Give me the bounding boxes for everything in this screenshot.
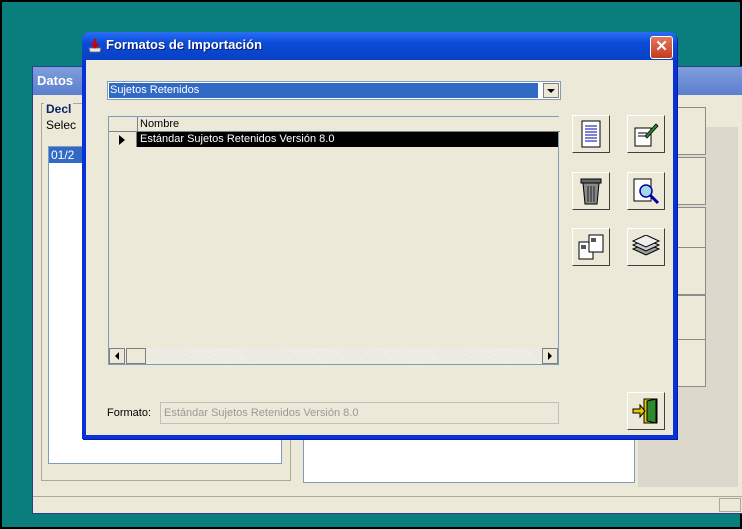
format-type-select[interactable]: Sujetos Retenidos bbox=[107, 81, 561, 100]
horizontal-scrollbar[interactable] bbox=[109, 348, 558, 364]
delete-format-button[interactable] bbox=[572, 172, 610, 210]
trash-icon bbox=[580, 178, 602, 205]
format-type-select-value[interactable]: Sujetos Retenidos bbox=[109, 83, 538, 98]
table-cell-nombre[interactable]: Estándar Sujetos Retenidos Versión 8.0 bbox=[138, 132, 334, 147]
edit-format-button[interactable] bbox=[627, 115, 665, 153]
close-icon: ✕ bbox=[655, 38, 668, 55]
grid-header-indicator bbox=[109, 117, 138, 132]
new-format-button[interactable] bbox=[572, 115, 610, 153]
scroll-left-button[interactable] bbox=[109, 348, 125, 364]
formato-label: Formato: bbox=[107, 407, 152, 419]
close-button[interactable]: ✕ bbox=[650, 36, 673, 59]
desktop: Datos Decl Selec 01/2 Formatos de Import… bbox=[2, 2, 742, 527]
exit-icon bbox=[632, 398, 658, 424]
background-text-area[interactable] bbox=[303, 437, 635, 483]
dialog-title: Formatos de Importación bbox=[106, 37, 263, 52]
document-icon bbox=[581, 120, 601, 148]
copy-icon bbox=[578, 234, 604, 260]
background-group-title: Decl bbox=[44, 102, 74, 116]
dialog-body: Sujetos Retenidos Nombre Estándar Sujeto… bbox=[86, 60, 673, 435]
import-formats-dialog: Formatos de Importación ✕ Sujetos Reteni… bbox=[82, 32, 677, 439]
background-group-label: Selec bbox=[46, 118, 77, 132]
formato-field[interactable]: Estándar Sujetos Retenidos Versión 8.0 bbox=[160, 402, 559, 424]
background-list-selected[interactable]: 01/2 bbox=[49, 147, 83, 163]
view-format-button[interactable] bbox=[627, 172, 665, 210]
chevron-down-icon[interactable] bbox=[543, 83, 559, 98]
formats-grid[interactable]: Nombre Estándar Sujetos Retenidos Versió… bbox=[108, 116, 560, 365]
scroll-right-button[interactable] bbox=[542, 348, 558, 364]
edit-icon bbox=[634, 123, 659, 147]
search-document-icon bbox=[633, 178, 660, 205]
stack-icon bbox=[631, 235, 661, 256]
copy-format-button[interactable] bbox=[572, 228, 610, 266]
background-status-bar bbox=[33, 496, 742, 513]
dialog-titlebar[interactable]: Formatos de Importación ✕ bbox=[82, 32, 677, 60]
status-pane bbox=[719, 498, 741, 512]
row-indicator bbox=[109, 132, 137, 147]
exit-button[interactable] bbox=[627, 392, 665, 430]
export-format-button[interactable] bbox=[627, 228, 665, 266]
grid-header-nombre[interactable]: Nombre bbox=[138, 117, 560, 132]
row-pointer-icon bbox=[119, 135, 125, 145]
scroll-thumb[interactable] bbox=[126, 348, 146, 364]
app-icon bbox=[88, 39, 102, 53]
table-row[interactable]: Estándar Sujetos Retenidos Versión 8.0 bbox=[109, 132, 558, 147]
